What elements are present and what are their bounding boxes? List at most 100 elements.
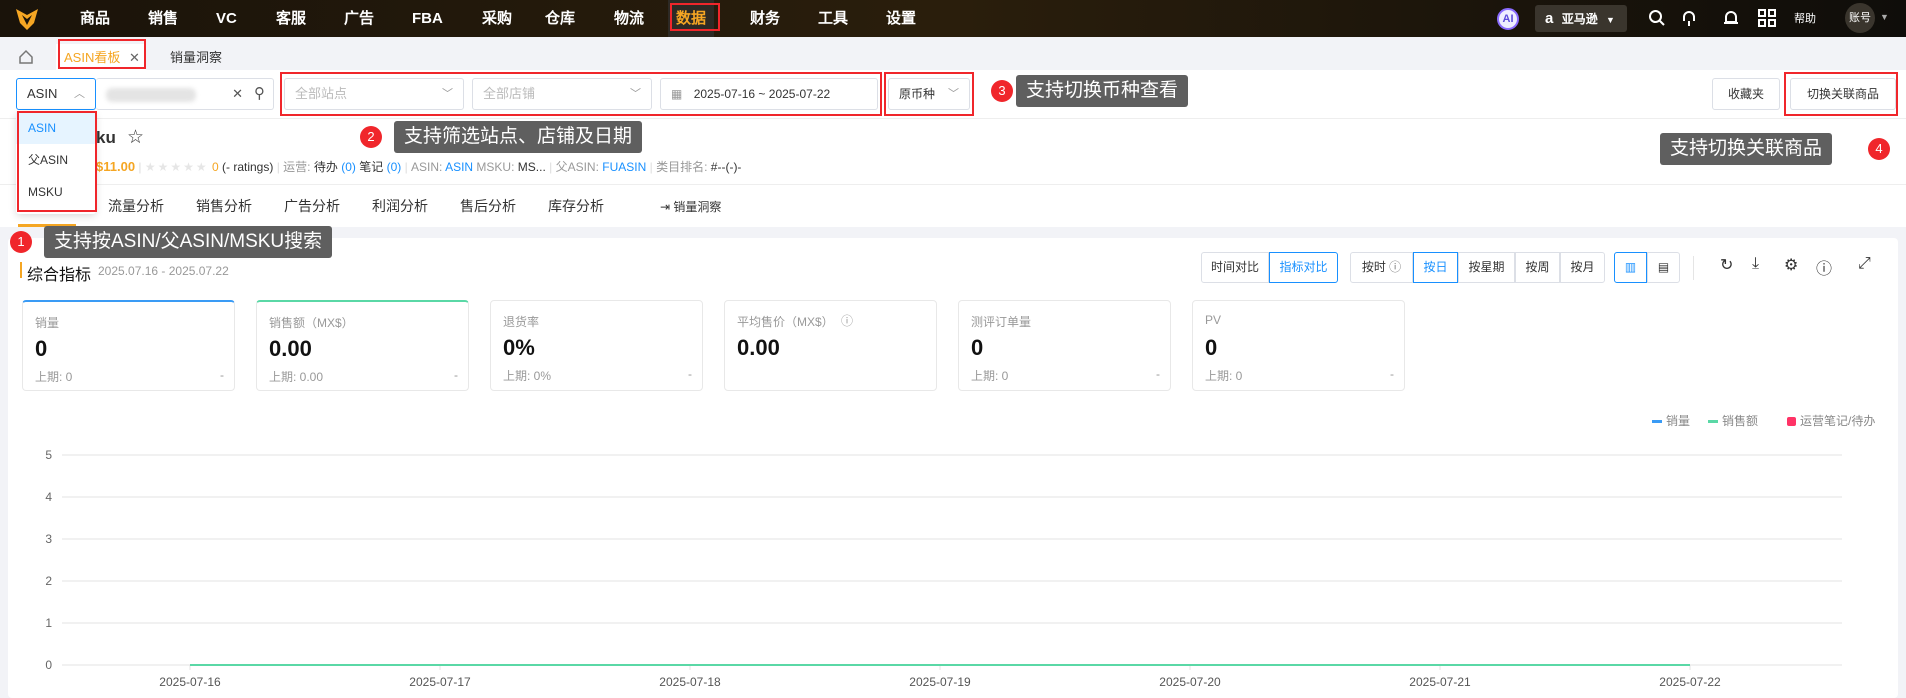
x-tick-label: 2025-07-21: [1409, 675, 1471, 689]
subtab-1[interactable]: 销售分析: [196, 196, 252, 216]
headset-icon[interactable]: [1680, 9, 1698, 27]
subtab-0[interactable]: 流量分析: [108, 196, 164, 216]
date-range-picker[interactable]: ▦ 2025-07-16 ~ 2025-07-22: [660, 78, 878, 110]
annotation-badge: 4: [1868, 138, 1890, 160]
metric-card[interactable]: 退货率 0% 上期: 0% -: [490, 300, 703, 391]
help-icon[interactable]: ⓘ: [1816, 255, 1832, 279]
nav-item-11[interactable]: 工具: [810, 0, 856, 37]
product-info: [0, 119, 1906, 185]
settings-icon[interactable]: ⚙: [1784, 255, 1798, 275]
time-compare-button[interactable]: 时间对比: [1201, 252, 1269, 283]
nav-item-3[interactable]: 客服: [268, 0, 314, 37]
panel-accent: [20, 262, 22, 278]
metric-card[interactable]: 销量 0 上期: 0-: [22, 300, 235, 391]
close-icon[interactable]: ✕: [129, 50, 140, 65]
search-type-select[interactable]: ASIN ︿: [16, 78, 96, 110]
site-select[interactable]: 全部站点 ﹀: [284, 78, 464, 110]
account-avatar[interactable]: 账号: [1845, 3, 1875, 33]
panel-title: 综合指标: [27, 267, 92, 284]
annotation-badge: 3: [991, 80, 1013, 102]
option-parent-asin[interactable]: 父ASIN: [16, 144, 96, 176]
sales-insight-link[interactable]: ⇥ 销量洞察: [660, 198, 721, 215]
chevron-down-icon: ﹀: [442, 88, 453, 100]
switch-related-button[interactable]: 切换关联商品: [1790, 78, 1896, 110]
help-link[interactable]: 帮助: [1794, 10, 1816, 26]
metric-compare-button[interactable]: 指标对比: [1269, 252, 1338, 283]
y-tick-label: 5: [45, 448, 52, 462]
nav-item-7[interactable]: 仓库: [537, 0, 583, 37]
subtab-3[interactable]: 利润分析: [372, 196, 428, 216]
subtab-5[interactable]: 库存分析: [548, 196, 604, 216]
table-view-button[interactable]: ▤: [1647, 252, 1680, 283]
nav-item-8[interactable]: 物流: [606, 0, 652, 37]
chevron-up-icon: ︿: [74, 88, 85, 100]
search-icon[interactable]: ⚲: [254, 79, 265, 109]
y-tick-label: 2: [45, 574, 52, 588]
note-icon: [1787, 417, 1796, 426]
nav-item-6[interactable]: 采购: [474, 0, 520, 37]
calendar-icon: ▦: [671, 87, 683, 101]
metric-card[interactable]: PV 0 上期: 0-: [1192, 300, 1405, 391]
metric-card[interactable]: 测评订单量 0 上期: 0-: [958, 300, 1171, 391]
nav-item-1[interactable]: 销售: [140, 0, 186, 37]
tab-sales-insight[interactable]: 销量洞察: [170, 44, 222, 71]
metric-card[interactable]: 平均售价（MX$） ⓘ 0.00: [724, 300, 937, 391]
todo-count-link[interactable]: (0): [341, 160, 356, 174]
clear-icon[interactable]: ✕: [232, 79, 243, 109]
home-icon[interactable]: [18, 49, 34, 65]
option-msku[interactable]: MSKU: [16, 176, 96, 208]
annotation-badge: 2: [360, 126, 382, 148]
caret-down-icon[interactable]: ▼: [1880, 12, 1889, 22]
option-asin[interactable]: ASIN: [16, 112, 96, 144]
tab-asin-board[interactable]: ASIN看板 ✕: [56, 44, 146, 71]
nav-item-9[interactable]: 数据: [668, 0, 715, 37]
chart-view-button[interactable]: ▥: [1614, 252, 1647, 283]
nav-item-4[interactable]: 广告: [336, 0, 382, 37]
x-tick-label: 2025-07-19: [909, 675, 971, 689]
search-icon[interactable]: [1648, 9, 1666, 27]
fullscreen-icon[interactable]: ⤢: [1858, 255, 1871, 273]
y-tick-label: 4: [45, 490, 52, 504]
x-tick-label: 2025-07-18: [659, 675, 721, 689]
annotation-tooltip: 支持筛选站点、店铺及日期: [394, 121, 643, 153]
nav-item-5[interactable]: FBA: [404, 0, 451, 37]
by-month-button[interactable]: 按月: [1560, 252, 1605, 283]
nav-item-0[interactable]: 商品: [72, 0, 118, 37]
by-week-button[interactable]: 按周: [1515, 252, 1560, 283]
chevron-down-icon: ﹀: [948, 88, 959, 100]
y-tick-label: 0: [45, 658, 52, 672]
metric-card[interactable]: 销售额（MX$） 0.00 上期: 0.00-: [256, 300, 469, 391]
nav-item-2[interactable]: VC: [208, 0, 245, 37]
currency-select[interactable]: 原币种 ﹀: [888, 78, 970, 110]
apps-grid-icon[interactable]: [1758, 9, 1776, 27]
subtab-4[interactable]: 售后分析: [460, 196, 516, 216]
favorite-star-icon[interactable]: ☆: [127, 126, 144, 149]
refresh-icon[interactable]: ↻: [1720, 255, 1733, 275]
logo-icon[interactable]: [14, 6, 40, 32]
caret-down-icon: ▼: [1606, 15, 1615, 25]
rating-stars: ★★★★★: [144, 160, 209, 174]
marketplace-select[interactable]: a 亚马逊 ▼: [1535, 5, 1627, 32]
subtab-2[interactable]: 广告分析: [284, 196, 340, 216]
top-nav: 商品 销售 VC 客服 广告 FBA 采购 仓库 物流 数据 财务 工具 设置 AI a 亚马逊 ▼ 帮…: [0, 0, 1906, 37]
blurred-value: [106, 87, 196, 102]
legend-label: 运营笔记/待办: [1800, 413, 1875, 428]
by-day-button[interactable]: 按日: [1413, 252, 1458, 283]
favorites-button[interactable]: 收藏夹: [1712, 78, 1780, 110]
nav-item-10[interactable]: 财务: [742, 0, 788, 37]
search-input[interactable]: ✕ ⚲: [96, 78, 274, 110]
parent-asin-link[interactable]: FUASIN: [602, 160, 646, 174]
bell-icon[interactable]: [1722, 9, 1740, 27]
nav-item-12[interactable]: 设置: [878, 0, 924, 37]
annotation-tooltip: 支持切换币种查看: [1016, 75, 1189, 107]
by-weekday-button[interactable]: 按星期: [1458, 252, 1515, 283]
shop-select[interactable]: 全部店铺 ﹀: [472, 78, 652, 110]
download-icon[interactable]: ⤓: [1752, 255, 1759, 273]
ai-button[interactable]: AI: [1497, 8, 1519, 30]
tab-bar: [0, 37, 1906, 71]
annotation-badge: 1: [10, 231, 32, 253]
note-count-link[interactable]: (0): [387, 160, 402, 174]
asin-link[interactable]: ASIN: [445, 160, 473, 174]
x-tick-label: 2025-07-20: [1159, 675, 1221, 689]
by-hour-button[interactable]: 按时 ⓘ: [1350, 252, 1413, 283]
